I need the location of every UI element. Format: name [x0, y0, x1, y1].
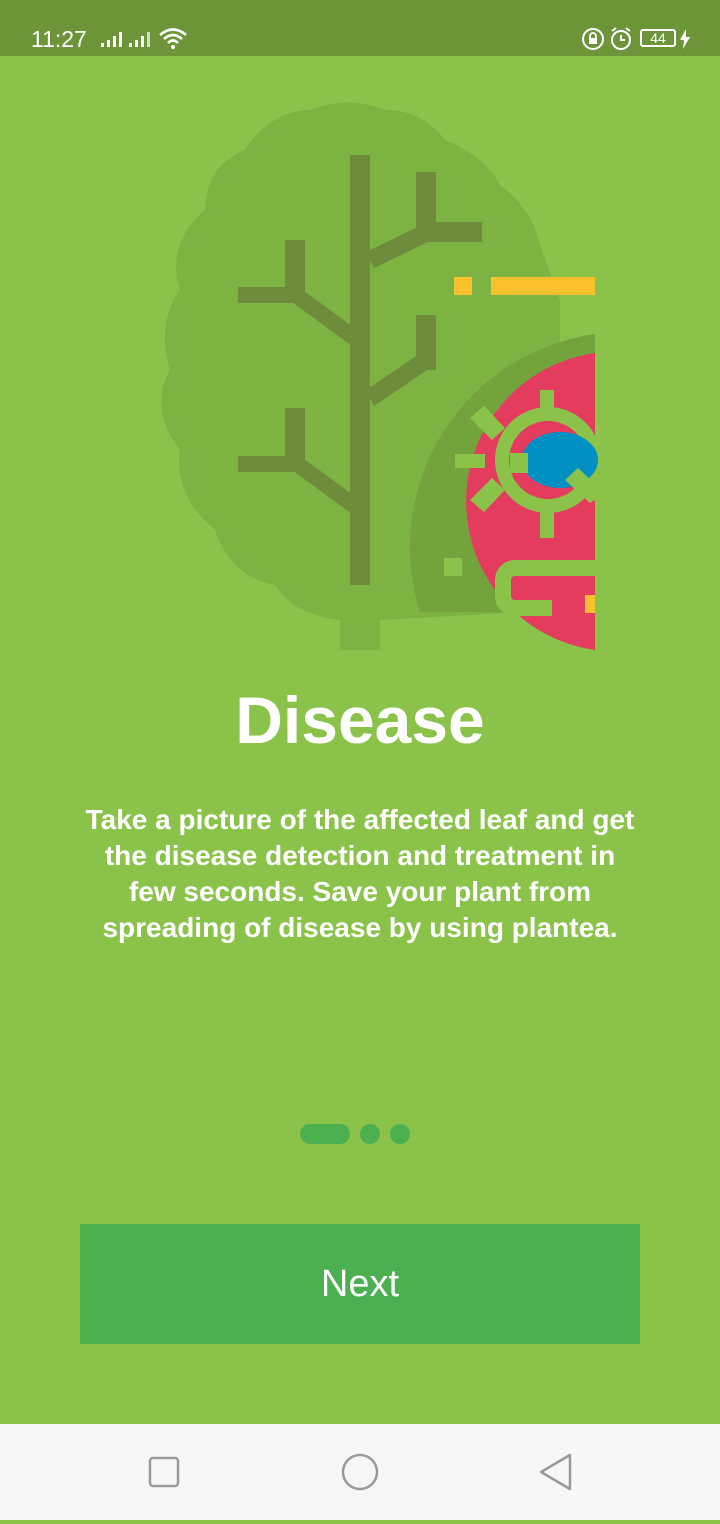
signal-icon	[129, 32, 150, 47]
battery-level: 44	[650, 30, 666, 46]
next-button[interactable]: Next	[80, 1224, 640, 1344]
alarm-icon	[611, 27, 631, 50]
onboarding-description: Take a picture of the affected leaf and …	[85, 804, 635, 943]
status-time: 11:27	[31, 26, 87, 52]
navigation-bar	[0, 1424, 720, 1520]
back-button[interactable]	[508, 1424, 604, 1520]
wifi-icon	[159, 28, 187, 49]
recent-apps-button[interactable]	[116, 1424, 212, 1520]
onboarding-title: Disease	[235, 683, 485, 757]
charging-icon	[680, 29, 690, 49]
page-dot-active	[300, 1124, 350, 1144]
signal-icon	[101, 32, 122, 47]
page-dot	[390, 1124, 410, 1144]
page-indicator	[0, 1124, 720, 1144]
back-triangle-icon	[539, 1453, 572, 1491]
status-bar: 11:27 44	[0, 0, 720, 56]
page-dot	[360, 1124, 380, 1144]
home-button[interactable]	[312, 1424, 408, 1520]
square-icon	[148, 1456, 180, 1488]
lock-rotation-icon	[582, 28, 604, 50]
battery-icon: 44	[640, 29, 676, 47]
circle-icon	[341, 1453, 379, 1491]
leaf-disease-illustration	[161, 102, 600, 650]
